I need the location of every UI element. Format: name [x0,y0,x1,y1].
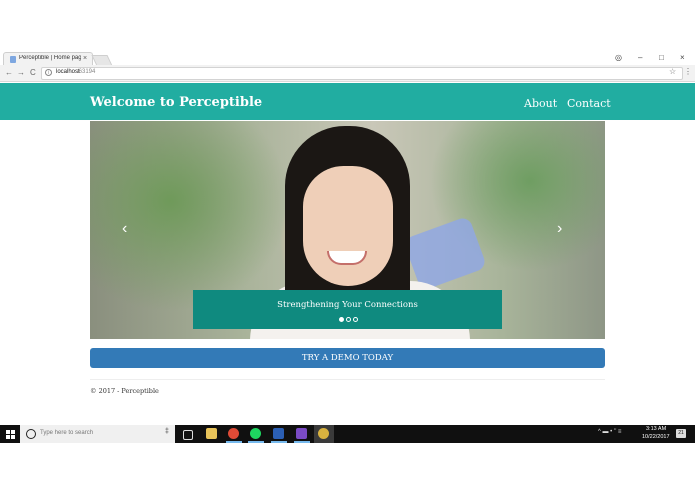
windows-start-icon[interactable] [6,430,15,439]
minimize-icon[interactable]: – [638,52,642,64]
taskbar-search-input[interactable]: Type here to search ‡ [20,425,175,443]
visual-studio-active-indicator [294,441,310,443]
spotify-active-indicator [248,441,264,443]
carousel-indicator[interactable] [353,317,358,322]
back-icon[interactable]: ← [5,66,13,80]
tab-title: Perceptible | Home page [19,55,81,61]
cortana-icon[interactable] [26,429,36,439]
nav-link-about[interactable]: About [524,97,557,110]
clock-time[interactable]: 3:13 AM [646,426,666,432]
carousel-caption: Strengthening Your Connections [193,290,502,329]
window-close-icon[interactable]: × [680,52,685,64]
hero-carousel[interactable]: ‹ › Strengthening Your Connections [90,121,605,339]
reload-icon[interactable]: C [30,66,36,80]
carousel-prev-icon[interactable]: ‹ [122,219,127,239]
carousel-next-icon[interactable]: › [557,219,562,239]
try-demo-button[interactable]: TRY A DEMO TODAY [90,348,605,368]
chrome-icon[interactable] [228,428,239,439]
clock-date[interactable]: 10/22/2017 [642,434,670,440]
forward-icon[interactable]: → [17,66,25,80]
address-bar[interactable]: i localhost :63194 [41,67,683,80]
system-tray-icons[interactable]: ^ ▬ • ’’ ≡ [598,429,621,435]
info-icon[interactable]: i [45,69,52,76]
nav-link-contact[interactable]: Contact [567,97,611,110]
bookmark-star-icon[interactable]: ☆ [669,66,676,78]
microphone-icon[interactable]: ‡ [165,428,169,435]
carousel-indicator[interactable] [346,317,351,322]
carousel-indicator[interactable] [339,317,344,322]
visual-studio-icon[interactable] [296,428,307,439]
word-active-indicator [271,441,287,443]
tab-close-icon[interactable]: × [83,54,87,64]
footer-copyright: © 2017 - Perceptible [90,387,159,395]
footer-divider [90,379,605,380]
account-icon[interactable]: ◎ [615,52,622,64]
chrome-active-indicator [226,441,242,443]
spotify-icon[interactable] [250,428,261,439]
file-explorer-icon[interactable] [206,428,217,439]
search-placeholder: Type here to search [40,430,94,436]
maximize-icon[interactable]: □ [659,52,664,64]
photo-phone [402,215,488,292]
site-title[interactable]: Welcome to Perceptible [90,95,262,110]
browser-tab[interactable]: Perceptible | Home page × [3,52,93,66]
url-port: :63194 [77,69,96,75]
task-view-icon[interactable] [183,430,193,440]
photo-face [303,166,393,286]
browser-menu-icon[interactable]: ⋮ [684,66,692,78]
caption-text: Strengthening Your Connections [277,300,418,310]
chrome-window-icon[interactable] [318,428,329,439]
favicon-icon [10,56,16,63]
action-center-icon[interactable]: 21 [676,429,686,438]
word-icon[interactable] [273,428,284,439]
